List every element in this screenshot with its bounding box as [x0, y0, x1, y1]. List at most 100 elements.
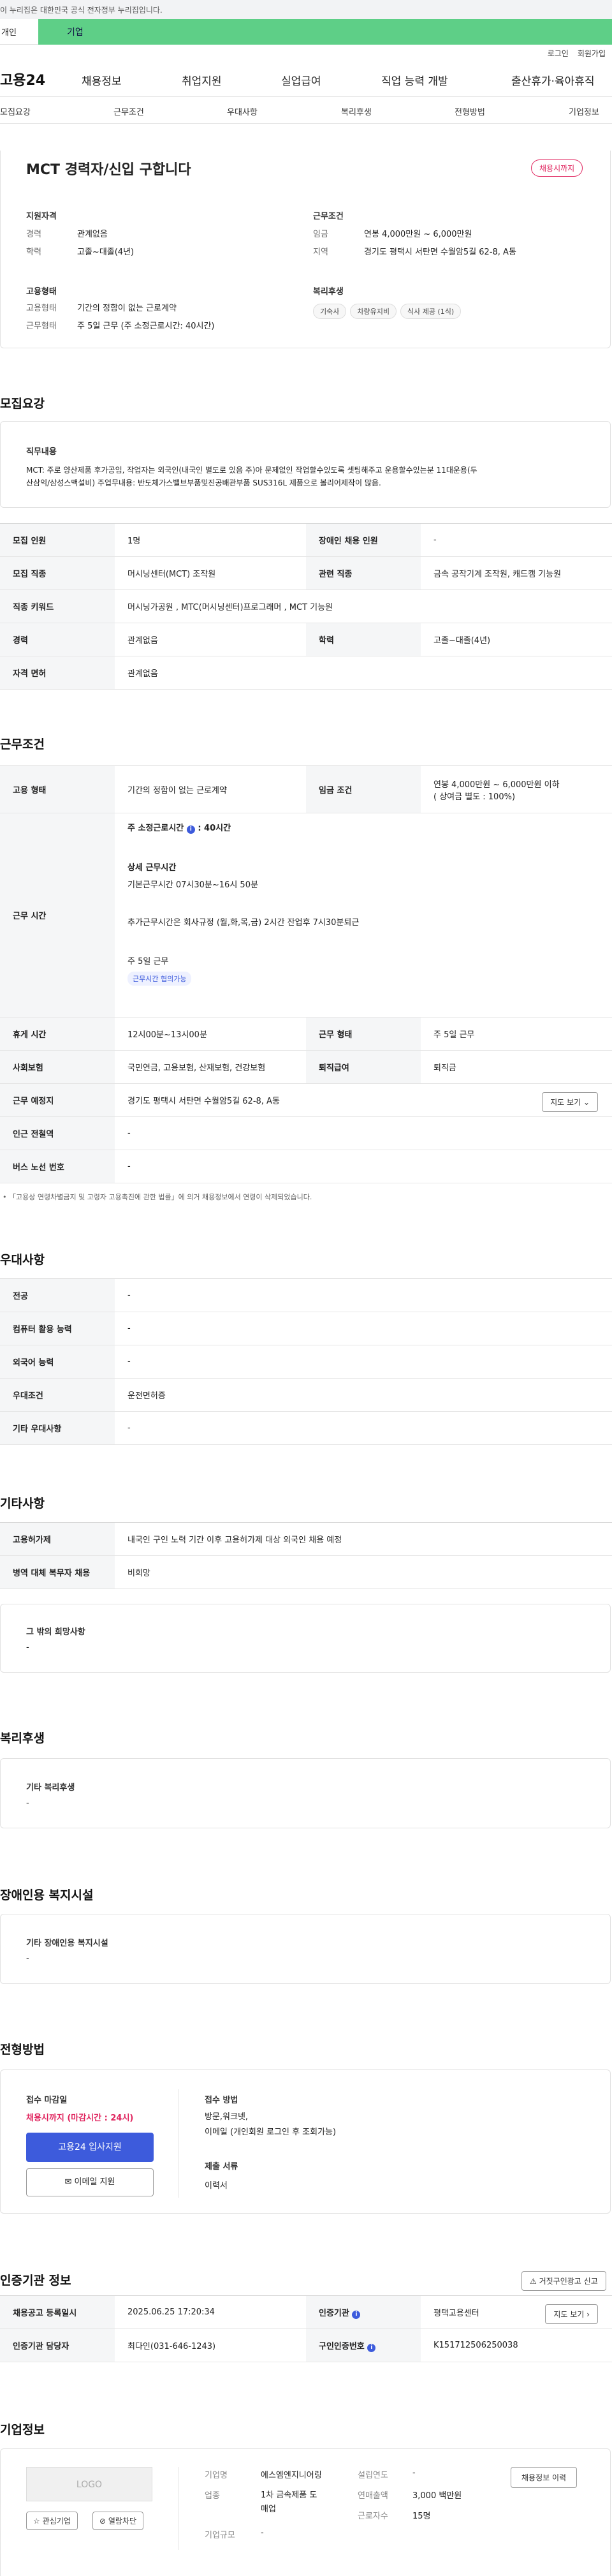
agency-map-button[interactable]: 지도 보기 › — [545, 2304, 598, 2324]
login-link[interactable]: 로그인 — [548, 48, 569, 59]
status-badge: 채용시까지 — [531, 159, 583, 177]
cell-key: 우대조건 — [0, 1378, 115, 1412]
standard-hours-label: 주 소정근로시간 — [127, 824, 184, 833]
email-apply-label: 이메일 지원 — [74, 2177, 115, 2187]
report-ad-button[interactable]: ⚠ 거짓구인광고 신고 — [521, 2271, 606, 2291]
cell-key: 근무 형태 — [306, 1017, 421, 1051]
qual-key: 경력 — [26, 230, 41, 239]
nav-item-unemployment-benefit[interactable]: 실업급여 — [281, 72, 321, 88]
cell-value: - — [115, 1150, 612, 1183]
wage-bonus: ( 상여금 별도 : 100%) — [433, 792, 516, 802]
nav-item-jobs[interactable]: 채용정보 — [82, 72, 122, 88]
cell-value: 최다인(031-646-1243) — [115, 2328, 306, 2362]
qual-value: 관계없음 — [77, 230, 108, 239]
nav-item-parental-leave[interactable]: 출산휴가·육아휴직 — [511, 72, 595, 88]
anchor-selection[interactable]: 전형방법 — [455, 105, 485, 117]
cell-value: - — [115, 1278, 612, 1312]
cell-value: - — [421, 523, 612, 557]
cond-key: 임금 — [313, 230, 328, 239]
block-icon: ⊘ — [99, 2517, 106, 2526]
table-row: 버스 노선 번호 - — [0, 1150, 612, 1183]
staff-key: 근로자수 — [358, 2512, 388, 2521]
work-place: 경기도 평택시 서탄면 수월암5길 62-8, A동 — [127, 1097, 280, 1106]
block-button[interactable]: ⊘ 열람차단 — [92, 2512, 144, 2530]
anchor-work[interactable]: 근무조건 — [113, 105, 144, 117]
table-row: 인증기관 담당자 최다인(031-646-1243) 구인인증번호 i K151… — [0, 2328, 612, 2362]
welfare-box: 기타 복리후생 - — [0, 1758, 611, 1828]
employment-heading: 고용형태 — [26, 287, 57, 297]
age-notice-text: 「고용상 연령차별금지 및 고령자 고용촉진에 관한 법률」에 의거 채용정보에… — [9, 1193, 312, 1201]
job-title: MCT 경력자/신입 구합니다 — [26, 162, 191, 178]
email-apply-button[interactable]: ✉ 이메일 지원 — [26, 2168, 154, 2196]
agency-key-label: 인증기관 — [319, 2308, 349, 2318]
qual-key: 학력 — [26, 248, 41, 257]
cell-key: 외국어 능력 — [0, 1345, 115, 1379]
info-icon[interactable]: i — [186, 825, 195, 834]
condition-list: 임금 연봉 4,000만원 ~ 6,000만원 지역 경기도 평택시 서탄면 수월암… — [313, 226, 516, 262]
tab-company[interactable]: 기업 — [38, 19, 612, 45]
cell-value: 주 5일 근무 — [421, 1017, 612, 1051]
cond-key: 지역 — [313, 248, 328, 257]
table-row: 모집 인원 1명 장애인 채용 인원 - — [0, 523, 612, 557]
info-icon[interactable]: i — [352, 2310, 361, 2319]
table-row: 컴퓨터 활용 능력 - — [0, 1312, 612, 1345]
alert-icon: ⚠ — [530, 2277, 537, 2286]
work-week: 주 5일 근무 — [127, 957, 169, 966]
cell-value: 1명 — [115, 523, 306, 557]
site-logo[interactable]: 고용24 — [0, 69, 76, 89]
apply-button[interactable]: 고용24 입사지원 — [26, 2133, 154, 2162]
hiring-history-button[interactable]: 채용정보 이력 — [511, 2467, 578, 2488]
standard-hours-value: : 40시간 — [198, 824, 231, 833]
nav-item-employment-support[interactable]: 취업지원 — [182, 72, 222, 88]
company-heading: 기업정보 — [0, 2423, 45, 2437]
sales-key: 연매출액 — [358, 2491, 388, 2501]
wage-cell: 연봉 4,000만원 ~ 6,000만원 이하 ( 상여금 별도 : 100%) — [421, 766, 612, 813]
anchor-company[interactable]: 기업정보 — [569, 105, 599, 117]
map-button[interactable]: 지도 보기 ⌄ — [542, 1092, 598, 1112]
work-hours-cell: 주 소정근로시간 i : 40시간 상세 근무시간 기본근무시간 07시30분~… — [115, 813, 612, 1018]
industry-line: 매업 — [261, 2505, 276, 2514]
cell-value: 국민연금, 고용보험, 산재보험, 건강보험 — [115, 1050, 306, 1084]
anchor-welfare[interactable]: 복리후생 — [341, 105, 372, 117]
nav-item-vocational-training[interactable]: 직업 능력 개발 — [381, 72, 448, 88]
cell-key: 자격 면허 — [0, 656, 115, 690]
table-row: 경력 관계없음 학력 고졸~대졸(4년) — [0, 623, 612, 656]
cell-value: 머시닝센터(MCT) 조작원 — [115, 556, 306, 590]
cell-key: 임금 조건 — [306, 766, 421, 813]
table-row: 우대조건 운전면허증 — [0, 1378, 612, 1412]
block-label: 열람차단 — [108, 2517, 137, 2526]
company-size-value: - — [261, 2528, 264, 2538]
agency-value-cell: 평택고용센터 지도 보기 › — [421, 2295, 612, 2329]
anchor-recruit[interactable]: 모집요강 — [0, 105, 31, 117]
work-heading: 근무조건 — [0, 737, 45, 751]
cell-key: 전공 — [0, 1278, 115, 1312]
cell-value: K151712506250038 — [421, 2328, 612, 2362]
table-row: 휴게 시간 12시00분~13시00분 근무 형태 주 5일 근무 — [0, 1017, 612, 1051]
tab-personal-label: 개인 — [1, 28, 17, 38]
job-summary-card: MCT 경력자/신입 구합니다 채용시까지 지원자격 경력 관계없음 학력 고졸~대… — [0, 151, 611, 348]
tab-personal[interactable]: 개인 — [0, 19, 38, 45]
docs-heading: 제출 서류 — [205, 2162, 238, 2172]
detail-hours-heading: 상세 근무시간 — [127, 863, 177, 873]
cell-key: 경력 — [0, 623, 115, 656]
cell-key: 고용허가제 — [0, 1522, 115, 1556]
signup-link[interactable]: 회원가입 — [578, 48, 606, 59]
interest-company-button[interactable]: ☆ 관심기업 — [26, 2512, 78, 2530]
anchor-pref[interactable]: 우대사항 — [227, 105, 258, 117]
other-wishes-value: - — [26, 1643, 29, 1652]
report-ad-label: 거짓구인광고 신고 — [539, 2277, 598, 2286]
gov-banner: 이 누리집은 대한민국 공식 전자정부 누리집입니다. — [0, 0, 612, 19]
etc-table: 고용허가제 내국인 구인 노력 기간 이후 고용허가제 대상 외국인 채용 예정 … — [0, 1522, 612, 1589]
job-desc-text: MCT: 주로 양산제품 후가공임, 작업자는 외국인(내국인 별도로 있음 주… — [26, 464, 600, 489]
cell-value: - — [115, 1312, 612, 1345]
disability-box: 기타 장애인용 복지시설 - — [0, 1914, 611, 1984]
welfare-chip: 차량유지비 — [350, 304, 397, 319]
founded-key: 설립연도 — [358, 2471, 388, 2480]
qualification-list: 경력 관계없음 학력 고졸~대졸(4년) — [26, 226, 134, 262]
info-icon[interactable]: i — [367, 2343, 376, 2352]
agency-value: 평택고용센터 — [433, 2309, 479, 2318]
table-row: 기타 우대사항 - — [0, 1411, 612, 1445]
star-icon: ☆ — [33, 2517, 40, 2526]
company-box: LOGO ☆ 관심기업 ⊘ 열람차단 기업명 에스엠엔지니어링 업종 1차 금속… — [0, 2448, 611, 2576]
recruit-heading: 모집요강 — [0, 397, 45, 411]
